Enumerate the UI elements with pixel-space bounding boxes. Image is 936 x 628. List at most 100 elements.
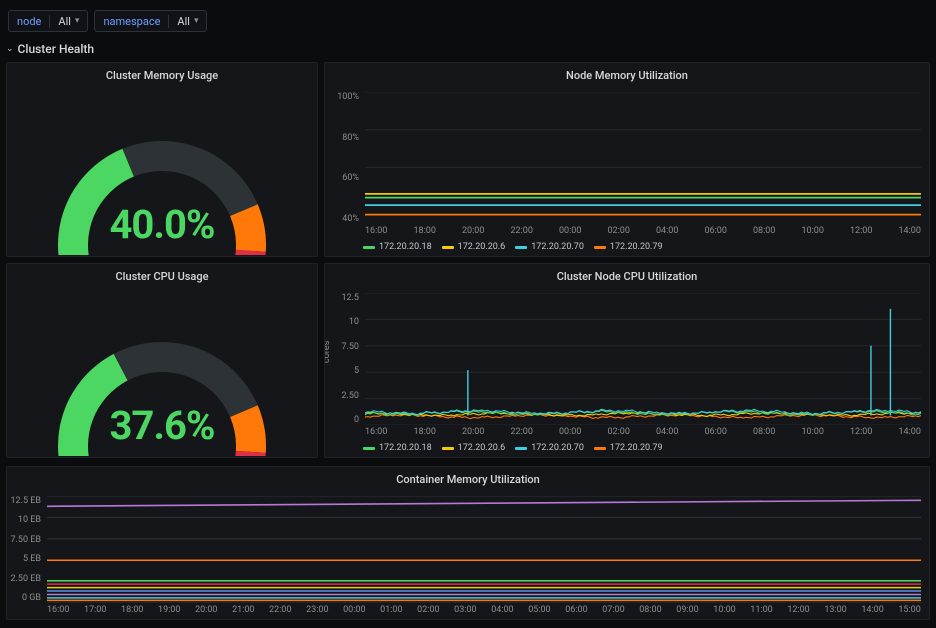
panel-cluster-node-cpu-utilization[interactable]: Cluster Node CPU Utilization 12.5107.505… — [324, 263, 930, 458]
axis-tick: 10 — [325, 317, 359, 327]
axis-tick: 08:00 — [753, 427, 775, 441]
axis-tick: 20:00 — [462, 427, 484, 441]
legend-item[interactable]: 172.20.20.70 — [515, 242, 584, 252]
legend-label: 172.20.20.18 — [379, 443, 432, 453]
axis-tick: 02:00 — [417, 605, 439, 619]
gauge-value: 37.6% — [109, 402, 214, 449]
axis-tick: 12:00 — [850, 427, 872, 441]
variable-value-node[interactable]: All ▾ — [49, 15, 87, 28]
axis-tick: 2.50 EB — [7, 574, 41, 584]
y-axis: 12.5 EB10 EB7.50 EB5 EB2.50 EB0 GB — [7, 496, 45, 603]
chevron-down-icon: ▾ — [75, 16, 80, 26]
plot-svg — [365, 92, 921, 224]
axis-tick: 0 — [325, 415, 359, 425]
axis-tick: 10:00 — [713, 605, 735, 619]
legend-label: 172.20.20.6 — [458, 443, 506, 453]
legend-swatch — [442, 246, 454, 249]
axis-tick: 08:00 — [639, 605, 661, 619]
axis-tick: 16:00 — [365, 226, 387, 240]
axis-tick: 13:00 — [824, 605, 846, 619]
chart-body: 12.5107.5052.500 cores 16:0018:0020:0022… — [325, 285, 929, 441]
gauge-value: 40.0% — [109, 201, 214, 248]
legend-item[interactable]: 172.20.20.79 — [594, 443, 663, 453]
legend-label: 172.20.20.6 — [458, 242, 506, 252]
row-header-cluster-health[interactable]: ⌄ Cluster Health — [0, 38, 936, 62]
variable-value-text: All — [58, 15, 71, 28]
legend-item[interactable]: 172.20.20.70 — [515, 443, 584, 453]
plot-area — [365, 92, 921, 224]
gauge-cpu: 37.6% — [7, 285, 317, 457]
axis-tick: 16:00 — [47, 605, 69, 619]
axis-tick: 19:00 — [158, 605, 180, 619]
variable-label-node: node — [9, 15, 49, 28]
y-axis-label: cores — [324, 341, 332, 363]
panel-cluster-cpu-usage[interactable]: Cluster CPU Usage 37.6% — [6, 263, 318, 458]
axis-tick: 12.5 EB — [7, 496, 41, 506]
legend-item[interactable]: 172.20.20.6 — [442, 443, 506, 453]
axis-tick: 10:00 — [802, 427, 824, 441]
axis-tick: 12:00 — [850, 226, 872, 240]
axis-tick: 0 GB — [7, 593, 41, 603]
legend-item[interactable]: 172.20.20.18 — [363, 242, 432, 252]
panel-container-memory-utilization[interactable]: Container Memory Utilization 12.5 EB10 E… — [6, 466, 930, 620]
axis-tick: 04:00 — [656, 427, 678, 441]
legend-label: 172.20.20.79 — [610, 443, 663, 453]
axis-tick: 10:00 — [802, 226, 824, 240]
axis-tick: 17:00 — [84, 605, 106, 619]
plot-area — [47, 496, 921, 603]
axis-tick: 00:00 — [343, 605, 365, 619]
axis-tick: 11:00 — [750, 605, 772, 619]
panel-title: Cluster Memory Usage — [7, 63, 317, 84]
variable-value-namespace[interactable]: All ▾ — [168, 15, 206, 28]
legend-label: 172.20.20.79 — [610, 242, 663, 252]
axis-tick: 22:00 — [511, 226, 533, 240]
plot-svg — [365, 293, 921, 425]
panel-cluster-memory-usage[interactable]: Cluster Memory Usage 40.0% — [6, 62, 318, 257]
legend-label: 172.20.20.18 — [379, 242, 432, 252]
axis-tick: 06:00 — [705, 226, 727, 240]
axis-tick: 7.50 EB — [7, 535, 41, 545]
variable-label-namespace: namespace — [95, 15, 168, 28]
axis-tick: 5 — [325, 366, 359, 376]
variable-node: node All ▾ — [8, 10, 88, 32]
axis-tick: 40% — [325, 214, 359, 224]
legend-swatch — [363, 447, 375, 450]
axis-tick: 07:00 — [602, 605, 624, 619]
legend-swatch — [363, 246, 375, 249]
axis-tick: 100% — [325, 92, 359, 102]
legend: 172.20.20.18 172.20.20.6 172.20.20.70 172.2… — [325, 240, 929, 256]
axis-tick: 22:00 — [269, 605, 291, 619]
panel-title: Container Memory Utilization — [7, 467, 929, 488]
axis-tick: 12.5 — [325, 293, 359, 303]
axis-tick: 14:00 — [899, 427, 921, 441]
axis-tick: 06:00 — [565, 605, 587, 619]
axis-tick: 00:00 — [559, 226, 581, 240]
axis-tick: 04:00 — [656, 226, 678, 240]
axis-tick: 60% — [325, 173, 359, 183]
panel-title: Node Memory Utilization — [325, 63, 929, 84]
axis-tick: 12:00 — [787, 605, 809, 619]
axis-tick: 05:00 — [528, 605, 550, 619]
axis-tick: 06:00 — [705, 427, 727, 441]
chart-body: 100%80%60%40% 16:0018:0020:0022:0000:000… — [325, 84, 929, 240]
legend-item[interactable]: 172.20.20.18 — [363, 443, 432, 453]
y-axis: 100%80%60%40% — [325, 92, 363, 224]
legend-swatch — [515, 246, 527, 249]
variable-namespace: namespace All ▾ — [94, 10, 207, 32]
axis-tick: 03:00 — [454, 605, 476, 619]
legend-swatch — [594, 447, 606, 450]
panel-node-memory-utilization[interactable]: Node Memory Utilization 100%80%60%40% 16… — [324, 62, 930, 257]
axis-tick: 02:00 — [608, 427, 630, 441]
axis-tick: 04:00 — [491, 605, 513, 619]
axis-tick: 09:00 — [676, 605, 698, 619]
axis-tick: 18:00 — [414, 226, 436, 240]
axis-tick: 08:00 — [753, 226, 775, 240]
legend-item[interactable]: 172.20.20.6 — [442, 242, 506, 252]
axis-tick: 16:00 — [365, 427, 387, 441]
axis-tick: 14:00 — [861, 605, 883, 619]
axis-tick: 5 EB — [7, 554, 41, 564]
legend-item[interactable]: 172.20.20.79 — [594, 242, 663, 252]
plot-area — [365, 293, 921, 425]
chevron-down-icon: ▾ — [194, 16, 199, 26]
axis-tick: 20:00 — [462, 226, 484, 240]
